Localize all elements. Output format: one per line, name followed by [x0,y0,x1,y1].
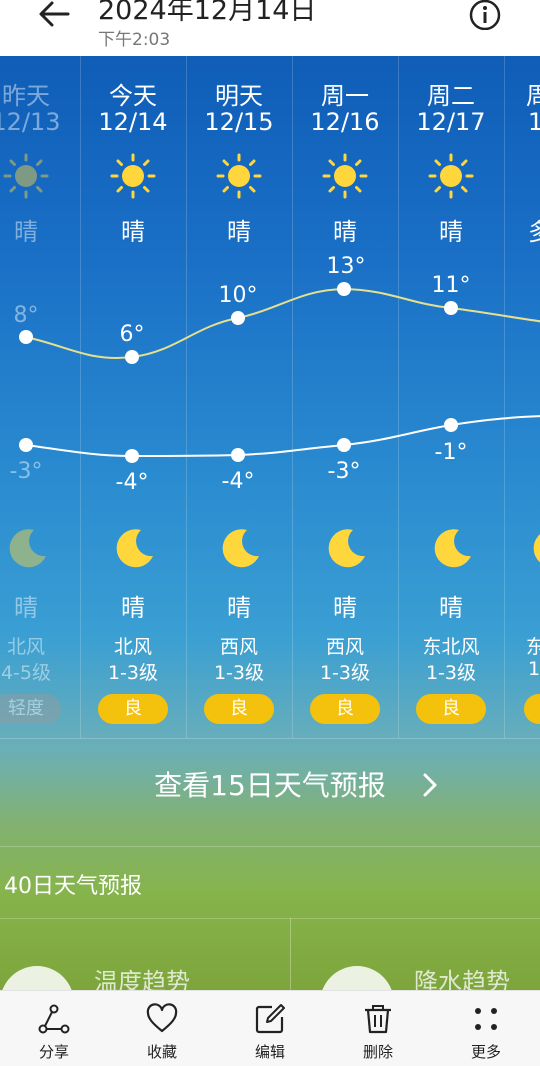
high-temp-label: 11° [432,273,471,298]
high-temp-label: 8° [14,303,39,328]
high-temp-point [231,311,245,325]
low-temp-point [231,448,245,462]
temperature-trend-icon [0,966,74,990]
share-button[interactable]: 分享 [0,991,108,1066]
delete-label: 删除 [362,1043,393,1061]
low-temp-label: -1° [435,440,468,465]
info-icon[interactable] [468,0,502,30]
low-temp-point [19,438,33,452]
back-arrow-icon[interactable] [36,0,72,30]
heart-icon [146,1003,178,1033]
edit-button[interactable]: 编辑 [216,991,324,1066]
favorite-label: 收藏 [146,1043,177,1061]
low-temp-label: -3° [10,459,43,484]
low-temp-point [337,438,351,452]
high-temp-point [125,350,139,364]
favorite-button[interactable]: 收藏 [108,991,216,1066]
low-temp-label: -4° [222,469,255,494]
card-divider [290,918,291,990]
share-label: 分享 [38,1043,69,1061]
precipitation-trend-card[interactable]: 降水趋势 [414,962,510,990]
high-temp-line [25,287,540,359]
more-button[interactable]: 更多 [432,991,540,1066]
high-temp-label: 6° [120,322,145,347]
low-temp-point [444,418,458,432]
bottom-toolbar: 分享 收藏 编辑 删除 更多 [0,990,540,1066]
view-15-day-forecast-link[interactable]: 查看15日天气预报 [0,764,540,804]
section-divider [0,846,540,847]
more-dots-icon [475,1008,497,1030]
section-divider [0,738,540,739]
page-title: 2024年12月14日 [98,0,317,26]
temperature-curves: 8° 6° 10° 13° 11° -3° -4° -4° -3° -1° [10,254,540,495]
page-subtitle-time: 下午2:03 [98,30,171,50]
high-temp-point [444,301,458,315]
low-temp-label: -4° [116,470,149,495]
edit-icon [255,1004,285,1034]
weather-panel: 昨天 12/13 晴 晴 北风 4-5级 轻度 今天 12/14 [0,56,540,990]
high-temp-label: 13° [327,254,366,279]
chevron-right-icon[interactable] [420,771,440,799]
section-divider [0,918,540,919]
trash-icon [365,1005,391,1034]
forty-day-forecast-heading: 40日天气预报 [4,874,142,899]
delete-button[interactable]: 删除 [324,991,432,1066]
precipitation-trend-icon [320,966,394,990]
share-icon [38,1004,70,1034]
top-bar: 2024年12月14日 下午2:03 [0,0,540,56]
more-label: 更多 [470,1043,501,1061]
high-temp-label: 10° [219,283,258,308]
high-temp-point [19,330,33,344]
edit-label: 编辑 [254,1043,285,1061]
low-temp-label: -3° [328,459,361,484]
temperature-trend-card[interactable]: 温度趋势 [94,962,190,990]
high-temp-point [337,282,351,296]
low-temp-point [125,449,139,463]
